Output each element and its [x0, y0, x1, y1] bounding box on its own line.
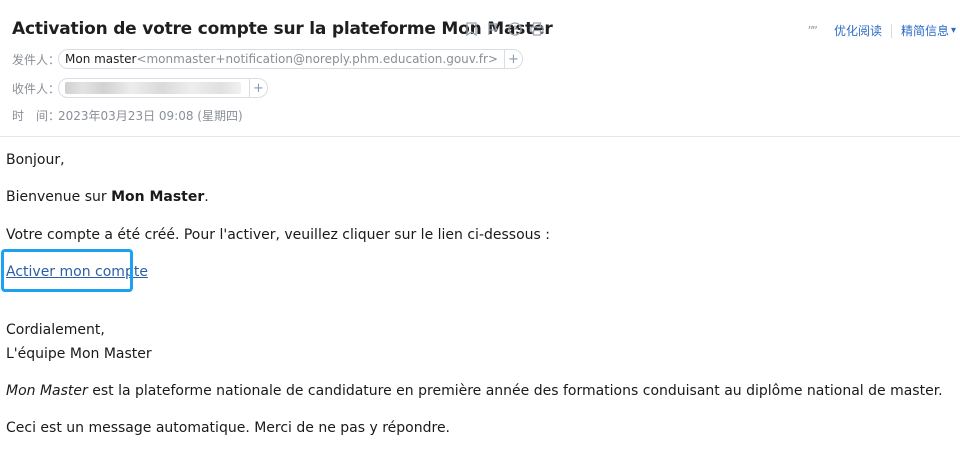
about-text: est la plateforme nationale de candidatu… [87, 383, 943, 399]
flag-icon[interactable] [486, 21, 500, 37]
closing: Cordialement, [6, 322, 105, 338]
to-label: 收件人： [12, 81, 61, 96]
clock-icon[interactable] [508, 21, 522, 37]
welcome-line: Bienvenue sur Mon Master. [6, 189, 209, 205]
about-line: Mon Master est la plateforme nationale d… [6, 383, 943, 399]
sender-name: Mon master [65, 52, 137, 66]
add-sender-button[interactable]: + [503, 50, 522, 68]
welcome-suffix: . [204, 189, 209, 205]
from-label: 发件人： [12, 52, 61, 67]
from-row: 发件人： Mon master <monmaster+notification@… [12, 48, 523, 70]
header-toolbar: ”” 优化阅读 精简信息 ▾ [808, 22, 956, 39]
details-toggle[interactable]: 精简信息 [901, 22, 949, 39]
simplified-read-link[interactable]: 优化阅读 [834, 22, 882, 39]
sender-address: <monmaster+notification@noreply.phm.educ… [136, 52, 498, 66]
bookmark-icon[interactable] [464, 21, 478, 37]
recipient-chip[interactable]: + [58, 78, 268, 98]
activate-link-highlight [1, 249, 133, 292]
add-recipient-button[interactable]: + [249, 79, 267, 97]
welcome-prefix: Bienvenue sur [6, 189, 112, 205]
recipient-redacted [65, 82, 241, 94]
print-icon[interactable] [530, 21, 544, 37]
email-header: Activation de votre compte sur la platef… [0, 0, 960, 137]
sent-time: 2023年03月23日 09:08 (星期四) [58, 108, 243, 123]
sender-chip[interactable]: Mon master <monmaster+notification@norep… [58, 49, 523, 69]
instructions: Votre compte a été créé. Pour l'activer,… [6, 227, 550, 243]
welcome-brand: Mon Master [111, 189, 205, 205]
chevron-down-icon[interactable]: ▾ [951, 25, 956, 36]
to-row: 收件人： + [12, 77, 268, 99]
subject-actions [464, 21, 544, 37]
time-row: 时 间： 2023年03月23日 09:08 (星期四) [12, 104, 243, 126]
quote-icon[interactable]: ”” [808, 24, 819, 38]
auto-notice: Ceci est un message automatique. Merci d… [6, 420, 451, 436]
about-brand: Mon Master [6, 383, 88, 399]
greeting: Bonjour, [6, 152, 65, 168]
toolbar-divider [890, 23, 892, 38]
signature: L'équipe Mon Master [6, 346, 152, 362]
time-label: 时 间： [12, 108, 61, 123]
